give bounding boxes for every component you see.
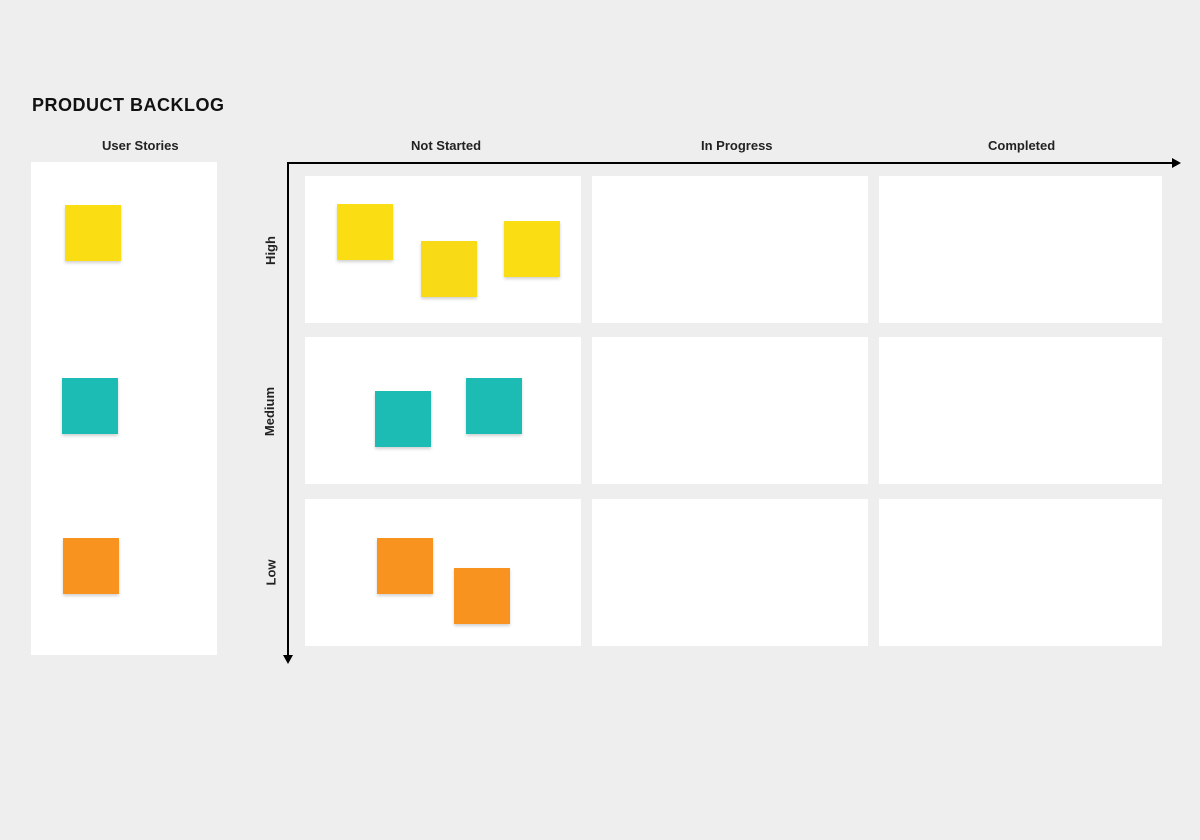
page-title: PRODUCT BACKLOG [32, 95, 225, 116]
cell-low-not-started[interactable] [305, 499, 581, 646]
cell-high-in-progress[interactable] [592, 176, 868, 323]
cell-medium-completed[interactable] [879, 337, 1162, 484]
column-header-not-started: Not Started [411, 138, 481, 153]
sticky-note[interactable] [65, 205, 121, 261]
x-axis-arrowhead-icon [1172, 158, 1181, 168]
sticky-note[interactable] [454, 568, 510, 624]
sticky-note[interactable] [504, 221, 560, 277]
y-axis-arrowhead-icon [283, 655, 293, 664]
sticky-note[interactable] [375, 391, 431, 447]
sticky-note[interactable] [337, 204, 393, 260]
sticky-note[interactable] [62, 378, 118, 434]
sticky-note[interactable] [377, 538, 433, 594]
column-header-in-progress: In Progress [701, 138, 773, 153]
row-label-low: Low [264, 560, 279, 586]
row-label-medium: Medium [262, 387, 277, 436]
row-label-high: High [263, 236, 278, 265]
column-header-completed: Completed [988, 138, 1055, 153]
sticky-note[interactable] [63, 538, 119, 594]
cell-low-in-progress[interactable] [592, 499, 868, 646]
y-axis-line [287, 162, 289, 659]
sticky-note[interactable] [421, 241, 477, 297]
column-header-user-stories: User Stories [102, 138, 179, 153]
cell-high-completed[interactable] [879, 176, 1162, 323]
backlog-panel[interactable] [31, 162, 217, 655]
sticky-note[interactable] [466, 378, 522, 434]
cell-medium-not-started[interactable] [305, 337, 581, 484]
cell-medium-in-progress[interactable] [592, 337, 868, 484]
cell-low-completed[interactable] [879, 499, 1162, 646]
x-axis-line [287, 162, 1176, 164]
